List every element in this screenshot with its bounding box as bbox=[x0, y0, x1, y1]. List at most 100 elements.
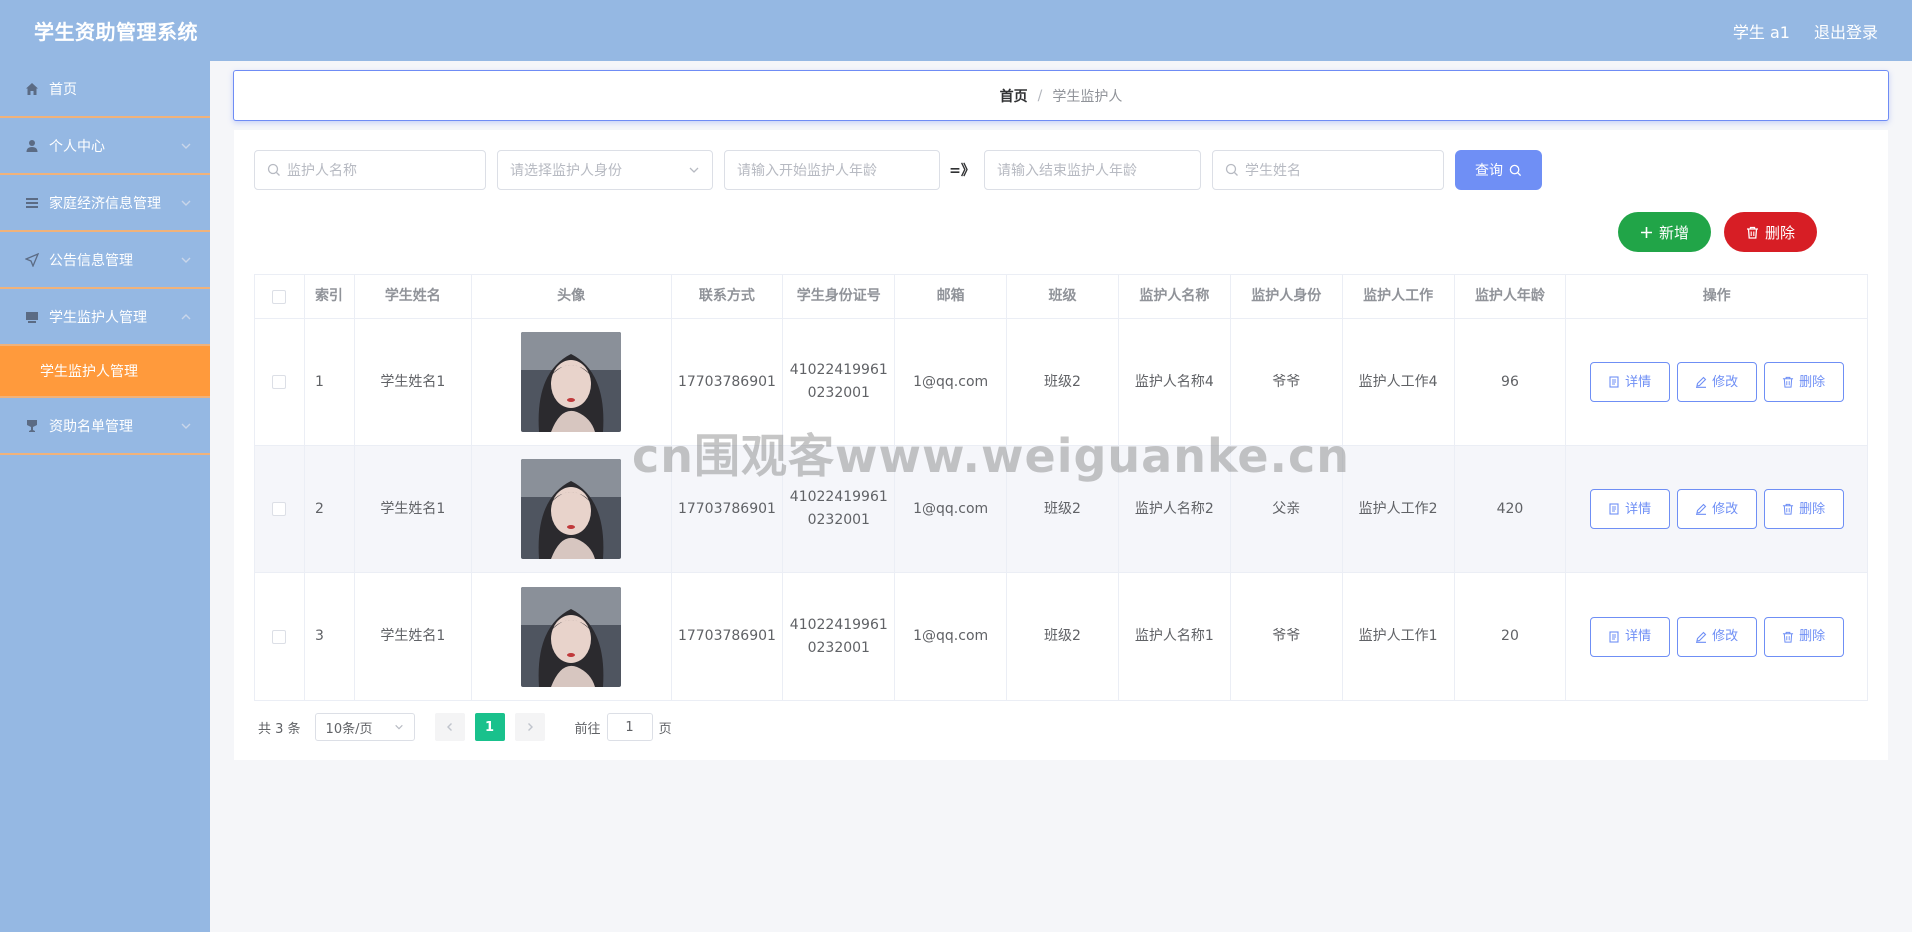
logout-link[interactable]: 退出登录 bbox=[1814, 19, 1878, 43]
chevron-down-icon bbox=[689, 167, 699, 173]
edit-button-label: 修改 bbox=[1712, 501, 1739, 517]
cell-email: 1@qq.com bbox=[895, 446, 1008, 572]
edit-button[interactable]: 修改 bbox=[1676, 616, 1757, 657]
column-header: 索引 bbox=[305, 275, 355, 318]
student-name-placeholder: 学生姓名 bbox=[1245, 163, 1301, 179]
cell-operations: 详情 修改 删除 bbox=[1566, 319, 1867, 445]
idcard-line: 41022419961 bbox=[789, 489, 888, 505]
avatar[interactable] bbox=[521, 332, 622, 432]
cell-avatar bbox=[472, 319, 672, 445]
cell-guardian-identity: 爷爷 bbox=[1231, 573, 1343, 700]
edit-icon bbox=[1696, 503, 1707, 515]
cell-index: 1 bbox=[305, 319, 355, 445]
top-header: 学生资助管理系统 学生 a1 退出登录 bbox=[0, 0, 1912, 61]
detail-button[interactable]: 详情 bbox=[1589, 616, 1670, 657]
page-number[interactable]: 1 bbox=[474, 713, 505, 741]
sidebar-item-label: 资助名单管理 bbox=[49, 418, 133, 435]
sidebar-item-home[interactable]: 首页 bbox=[0, 61, 210, 118]
detail-button-label: 详情 bbox=[1625, 501, 1652, 517]
delete-button-label: 删除 bbox=[1799, 501, 1826, 517]
sidebar-subitem-guardian-management[interactable]: 学生监护人管理 bbox=[0, 346, 210, 398]
monitor-icon bbox=[24, 309, 40, 325]
chevron-right-icon bbox=[527, 723, 533, 731]
cell-operations: 详情 修改 删除 bbox=[1566, 573, 1867, 700]
column-header: 操作 bbox=[1702, 288, 1731, 304]
cell-guardian-identity: 爷爷 bbox=[1231, 319, 1343, 445]
cell-class: 班级2 bbox=[1007, 573, 1119, 700]
delete-button-label: 删除 bbox=[1799, 629, 1826, 644]
menu-icon bbox=[24, 195, 40, 211]
pagination-total: 共 3 条 bbox=[258, 721, 301, 737]
edit-button-label: 修改 bbox=[1712, 629, 1739, 644]
avatar[interactable] bbox=[521, 586, 622, 687]
age-start-input[interactable]: 请输入开始监护人年龄 bbox=[724, 150, 940, 190]
row-checkbox[interactable] bbox=[272, 502, 287, 516]
select-all-checkbox[interactable] bbox=[272, 289, 287, 304]
edit-button[interactable]: 修改 bbox=[1676, 362, 1757, 402]
cell-guardian-identity: 父亲 bbox=[1231, 446, 1343, 572]
guardian-identity-placeholder: 请选择监护人身份 bbox=[510, 163, 622, 179]
age-start-placeholder: 请输入开始监护人年龄 bbox=[737, 163, 877, 179]
goto-page-input[interactable]: 1 bbox=[606, 713, 653, 741]
sidebar-item-guardian-management[interactable]: 学生监护人管理 bbox=[0, 289, 210, 346]
table-row: 1 学生姓名1 17703786901 41022419961 0232001 1… bbox=[255, 319, 1867, 446]
cell-guardian-job: 监护人工作1 bbox=[1343, 573, 1455, 700]
trash-icon bbox=[1783, 376, 1794, 388]
column-header: 班级 bbox=[1007, 275, 1119, 318]
range-separator: =》 bbox=[949, 163, 975, 179]
sidebar-item-family-economy[interactable]: 家庭经济信息管理 bbox=[0, 175, 210, 232]
detail-button[interactable]: 详情 bbox=[1589, 362, 1670, 402]
guardian-name-input[interactable]: 监护人名称 bbox=[254, 150, 486, 190]
guardian-identity-select[interactable]: 请选择监护人身份 bbox=[497, 150, 713, 190]
sidebar-item-label: 个人中心 bbox=[49, 138, 105, 155]
edit-button[interactable]: 修改 bbox=[1676, 489, 1757, 529]
detail-button[interactable]: 详情 bbox=[1589, 489, 1670, 529]
sidebar-item-announcement[interactable]: 公告信息管理 bbox=[0, 232, 210, 289]
idcard-line: 0232001 bbox=[807, 639, 870, 656]
cell-idcard: 41022419961 0232001 bbox=[783, 573, 896, 700]
goblet-icon bbox=[24, 418, 40, 434]
cell-email: 1@qq.com bbox=[895, 573, 1008, 700]
page-size-select[interactable]: 10条/页 bbox=[314, 713, 415, 741]
idcard-line: 41022419961 bbox=[789, 616, 888, 633]
cell-guardian-name: 监护人名称4 bbox=[1119, 319, 1231, 445]
delete-button[interactable]: 删除 bbox=[1763, 362, 1844, 402]
sidebar-item-funding-list[interactable]: 资助名单管理 bbox=[0, 398, 210, 455]
row-checkbox[interactable] bbox=[272, 629, 287, 644]
main-panel: 监护人名称 请选择监护人身份 请输入开始监护人年龄 =》 请输入结束监护人年龄 … bbox=[234, 130, 1888, 760]
sidebar: 首页 个人中心 家庭经济信息管理 公告信息管理 学生监护人管理 学生监护人管理 … bbox=[0, 61, 210, 932]
app-title: 学生资助管理系统 bbox=[34, 20, 198, 44]
age-end-input[interactable]: 请输入结束监护人年龄 bbox=[984, 150, 1201, 190]
student-name-input[interactable]: 学生姓名 bbox=[1212, 150, 1444, 190]
next-page-button[interactable] bbox=[514, 713, 545, 741]
row-checkbox[interactable] bbox=[272, 375, 287, 389]
add-button[interactable]: 新增 bbox=[1618, 212, 1711, 252]
trash-icon bbox=[1783, 503, 1794, 515]
column-header: 监护人名称 bbox=[1119, 275, 1231, 318]
send-icon bbox=[24, 252, 40, 268]
breadcrumb-home[interactable]: 首页 bbox=[1000, 86, 1028, 106]
cell-student-name: 学生姓名1 bbox=[355, 319, 472, 445]
page-unit-label: 页 bbox=[658, 721, 672, 737]
cell-guardian-job: 监护人工作4 bbox=[1343, 319, 1455, 445]
table-header-row: 索引 学生姓名 头像 联系方式 学生身份证号 邮箱 班级 监护人名称 监护人身份… bbox=[255, 275, 1867, 319]
cell-guardian-age: 420 bbox=[1455, 446, 1567, 572]
cell-index: 2 bbox=[305, 446, 355, 572]
search-icon bbox=[1225, 163, 1238, 176]
chevron-down-icon bbox=[181, 257, 191, 263]
row-select-cell bbox=[255, 319, 305, 445]
chevron-up-icon bbox=[181, 313, 191, 319]
edit-icon bbox=[1696, 376, 1707, 388]
cell-idcard: 41022419961 0232001 bbox=[783, 319, 896, 445]
avatar[interactable] bbox=[521, 459, 622, 559]
delete-button[interactable]: 删除 bbox=[1763, 616, 1844, 657]
current-user: 学生 a1 bbox=[1732, 22, 1790, 42]
add-button-label: 新增 bbox=[1658, 223, 1689, 242]
cell-student-name: 学生姓名1 bbox=[355, 446, 472, 572]
trash-icon bbox=[1783, 631, 1794, 643]
sidebar-item-personal-center[interactable]: 个人中心 bbox=[0, 118, 210, 175]
delete-button[interactable]: 删除 bbox=[1763, 489, 1844, 529]
prev-page-button[interactable] bbox=[434, 713, 465, 741]
batch-delete-button[interactable]: 删除 bbox=[1724, 212, 1817, 252]
query-button[interactable]: 查询 bbox=[1455, 150, 1542, 190]
